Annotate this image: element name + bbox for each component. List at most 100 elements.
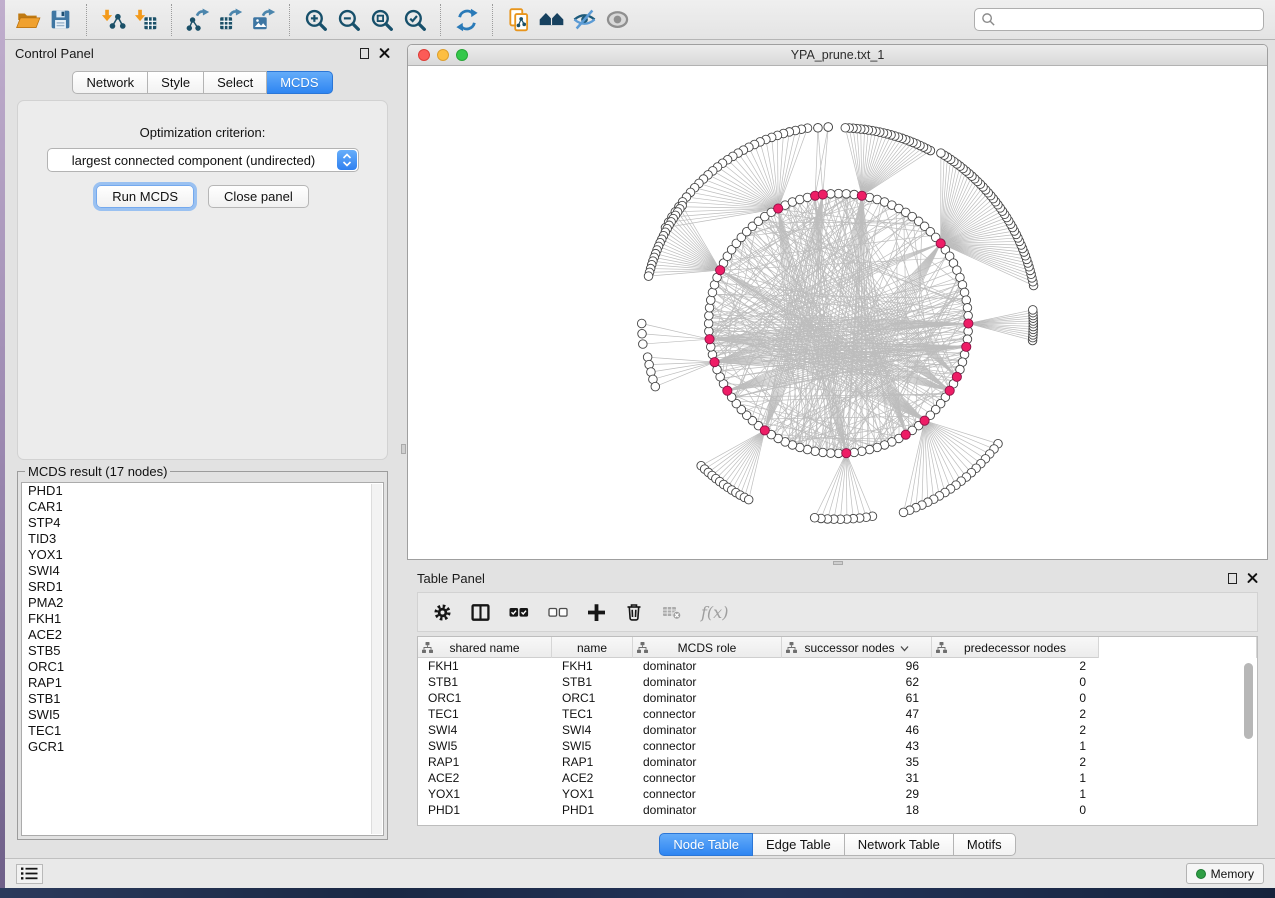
add-row-icon[interactable]	[587, 603, 606, 622]
network-node[interactable]	[819, 448, 828, 457]
splitter-handle[interactable]	[833, 561, 843, 565]
hide-selected-icon[interactable]	[568, 3, 601, 36]
clone-network-icon[interactable]	[502, 3, 535, 36]
table-row[interactable]: SWI5SWI5connector431	[418, 738, 1257, 754]
float-panel-icon[interactable]	[1228, 573, 1237, 584]
zoom-out-icon[interactable]	[332, 3, 365, 36]
mcds-result-item[interactable]: ACE2	[22, 627, 383, 643]
network-satellite-node[interactable]	[644, 272, 653, 281]
column-header-mcds-role[interactable]: MCDS role	[633, 637, 782, 658]
table-row[interactable]: ACE2ACE2connector311	[418, 770, 1257, 786]
delete-table-icon[interactable]	[662, 603, 682, 621]
export-network-icon[interactable]	[181, 3, 214, 36]
network-node[interactable]	[811, 447, 820, 456]
first-neighbors-icon[interactable]	[535, 3, 568, 36]
search-box[interactable]	[974, 8, 1264, 31]
network-satellite-node[interactable]	[638, 329, 647, 338]
search-input[interactable]	[1000, 13, 1263, 27]
network-hub-node[interactable]	[920, 416, 929, 425]
zoom-in-icon[interactable]	[299, 3, 332, 36]
network-hub-node[interactable]	[705, 335, 714, 344]
network-hub-node[interactable]	[857, 191, 866, 200]
network-satellite-node[interactable]	[1028, 306, 1037, 315]
delete-icon[interactable]	[625, 602, 643, 622]
network-satellite-node[interactable]	[937, 149, 946, 158]
network-hub-node[interactable]	[901, 430, 910, 439]
table-row[interactable]: SWI4SWI4dominator462	[418, 722, 1257, 738]
network-hub-node[interactable]	[710, 358, 719, 367]
memory-button[interactable]: Memory	[1186, 863, 1264, 884]
mcds-result-item[interactable]: SRD1	[22, 579, 383, 595]
network-node[interactable]	[705, 304, 714, 313]
network-hub-node[interactable]	[945, 386, 954, 395]
tab-node-table[interactable]: Node Table	[659, 833, 753, 856]
tab-motifs[interactable]: Motifs	[954, 833, 1016, 856]
import-table-icon[interactable]	[129, 3, 162, 36]
column-header-successor-nodes[interactable]: successor nodes	[782, 637, 932, 658]
network-hub-node[interactable]	[964, 319, 973, 328]
mcds-result-item[interactable]: CAR1	[22, 499, 383, 515]
column-header-name[interactable]: name	[552, 637, 633, 658]
network-node[interactable]	[865, 445, 874, 454]
mcds-result-item[interactable]: YOX1	[22, 547, 383, 563]
vertical-splitter[interactable]	[400, 40, 407, 858]
network-hub-node[interactable]	[962, 342, 971, 351]
network-node[interactable]	[842, 190, 851, 199]
zoom-selected-icon[interactable]	[398, 3, 431, 36]
gear-icon[interactable]	[433, 603, 452, 622]
columns-icon[interactable]	[471, 604, 490, 621]
network-satellite-node[interactable]	[810, 513, 819, 522]
network-satellite-node[interactable]	[814, 124, 823, 133]
tab-style[interactable]: Style	[148, 71, 204, 94]
mcds-result-item[interactable]: RAP1	[22, 675, 383, 691]
table-row[interactable]: PHD1PHD1dominator180	[418, 802, 1257, 818]
network-view[interactable]	[408, 66, 1267, 559]
mcds-result-item[interactable]: GCR1	[22, 739, 383, 755]
tab-network[interactable]: Network	[72, 71, 148, 94]
network-hub-node[interactable]	[952, 372, 961, 381]
run-mcds-button[interactable]: Run MCDS	[96, 185, 194, 208]
network-node[interactable]	[826, 449, 835, 458]
network-window-titlebar[interactable]: YPA_prune.txt_1	[408, 45, 1267, 66]
mcds-result-item[interactable]: SWI4	[22, 563, 383, 579]
refresh-network-icon[interactable]	[450, 3, 483, 36]
network-hub-node[interactable]	[842, 449, 851, 458]
tab-network-table[interactable]: Network Table	[845, 833, 954, 856]
mcds-result-item[interactable]: STP4	[22, 515, 383, 531]
table-row[interactable]: FKH1FKH1dominator962	[418, 658, 1257, 674]
tab-select[interactable]: Select	[204, 71, 267, 94]
close-panel-button[interactable]: Close panel	[208, 185, 309, 208]
network-hub-node[interactable]	[723, 386, 732, 395]
show-all-icon[interactable]	[601, 3, 634, 36]
select-all-icon[interactable]	[509, 604, 529, 621]
table-row[interactable]: STB1STB1dominator620	[418, 674, 1257, 690]
list-scrollbar[interactable]	[371, 484, 382, 834]
network-hub-node[interactable]	[760, 426, 769, 435]
task-history-button[interactable]	[16, 864, 43, 884]
mcds-result-item[interactable]: STB5	[22, 643, 383, 659]
network-node[interactable]	[834, 189, 843, 198]
mcds-result-item[interactable]: PMA2	[22, 595, 383, 611]
deselect-all-icon[interactable]	[548, 604, 568, 621]
table-row[interactable]: TEC1TEC1connector472	[418, 706, 1257, 722]
network-satellite-node[interactable]	[899, 508, 908, 517]
network-hub-node[interactable]	[716, 266, 725, 275]
mcds-result-item[interactable]: STB1	[22, 691, 383, 707]
mcds-result-item[interactable]: TID3	[22, 531, 383, 547]
network-hub-node[interactable]	[774, 204, 783, 213]
network-node[interactable]	[963, 304, 972, 313]
network-hub-node[interactable]	[936, 239, 945, 248]
float-panel-icon[interactable]	[360, 48, 369, 59]
mcds-result-item[interactable]: ORC1	[22, 659, 383, 675]
window-close-icon[interactable]	[418, 49, 430, 61]
network-satellite-node[interactable]	[824, 123, 833, 132]
save-session-icon[interactable]	[44, 3, 77, 36]
column-header-shared-name[interactable]: shared name	[418, 637, 552, 658]
mcds-result-item[interactable]: TEC1	[22, 723, 383, 739]
network-satellite-node[interactable]	[639, 340, 648, 349]
open-file-icon[interactable]	[11, 3, 44, 36]
tab-mcds[interactable]: MCDS	[267, 71, 332, 94]
network-node[interactable]	[858, 447, 867, 456]
function-builder-icon[interactable]: f(x)	[701, 603, 728, 622]
export-image-icon[interactable]	[247, 3, 280, 36]
